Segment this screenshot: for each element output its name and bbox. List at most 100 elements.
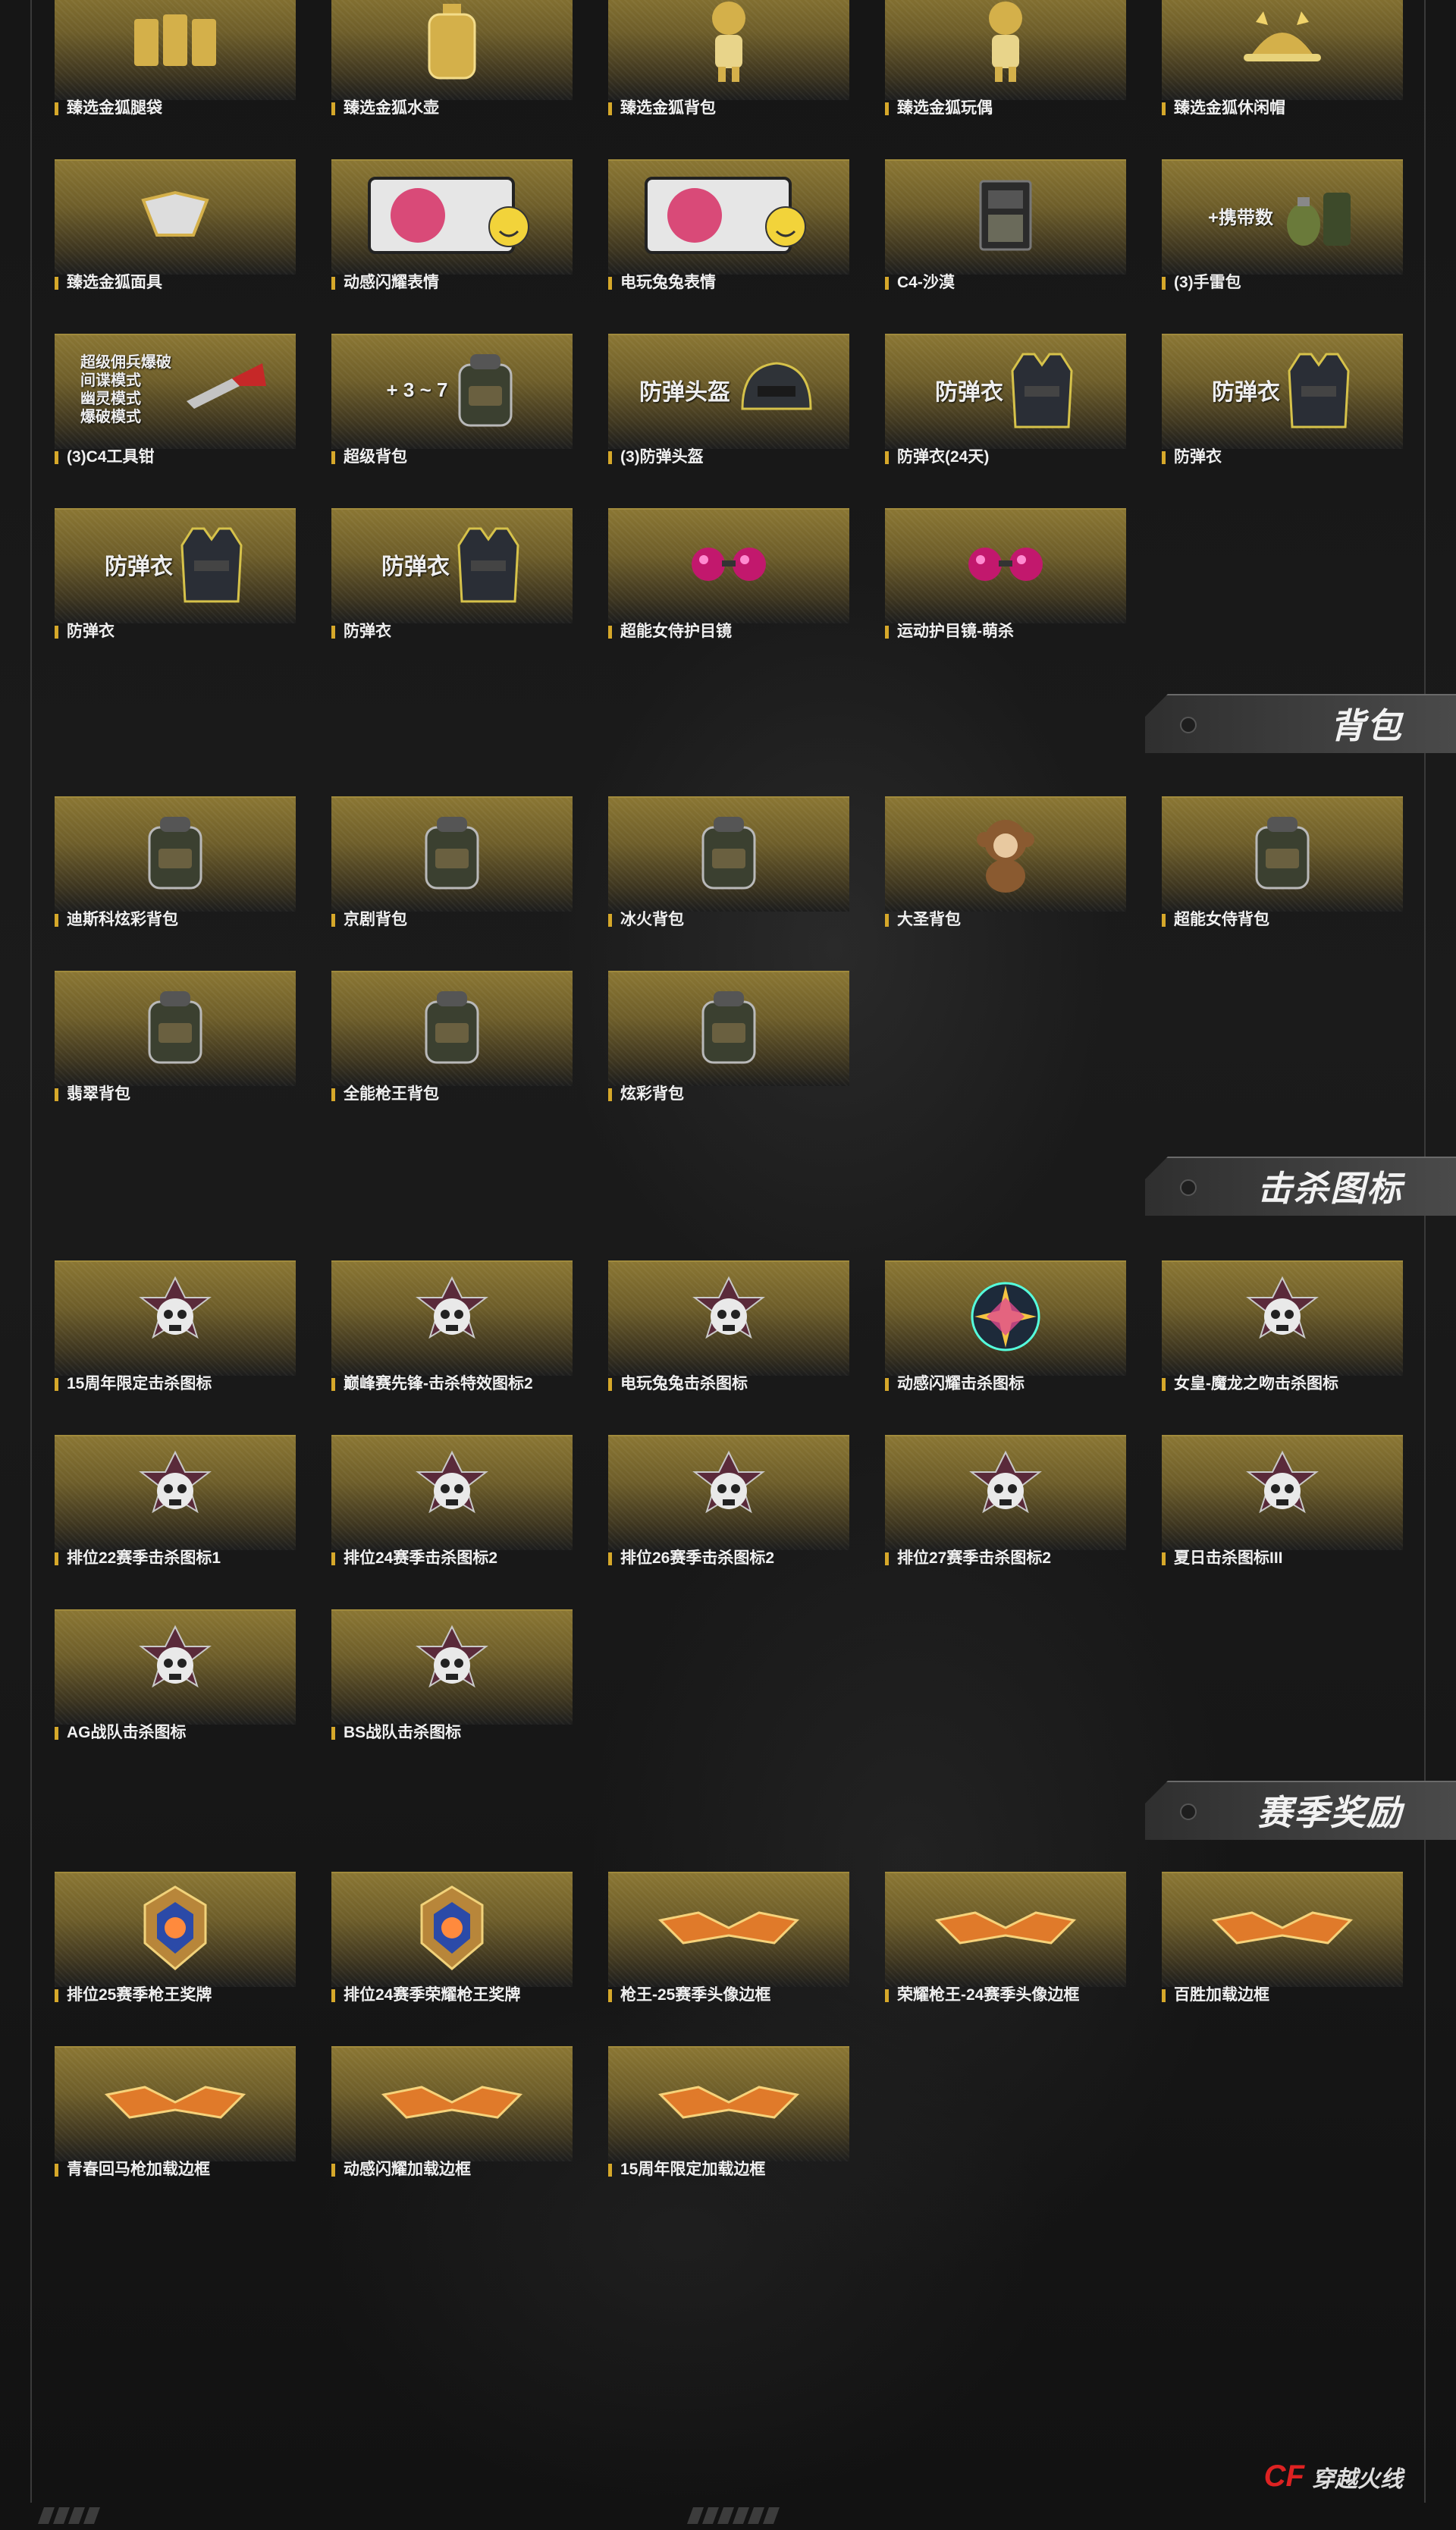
item-card[interactable]: 排位25赛季枪王奖牌 xyxy=(55,1872,296,2004)
medal-icon xyxy=(130,1882,221,1973)
item-label: 巅峰赛先锋-击杀特效图标2 xyxy=(331,1376,533,1392)
item-label: AG战队击杀图标 xyxy=(55,1725,187,1741)
item-card[interactable]: 京剧背包 xyxy=(331,796,573,928)
item-card[interactable]: 防弹衣 防弹衣(24天) xyxy=(885,334,1126,466)
item-label: 百胜加载边框 xyxy=(1162,1987,1269,2004)
item-card[interactable]: 枪王-25赛季头像边框 xyxy=(608,1872,849,2004)
item-card[interactable]: 臻选金狐面具 xyxy=(55,159,296,291)
item-image-text: + 3 ~ 7 xyxy=(386,378,448,401)
backpack-icon xyxy=(691,985,767,1069)
item-label: 动感闪耀表情 xyxy=(331,275,439,291)
item-image xyxy=(331,796,573,912)
item-card[interactable]: 冰火背包 xyxy=(608,796,849,928)
section-header: 背包 xyxy=(1145,694,1456,753)
item-card[interactable]: 15周年限定加载边框 xyxy=(608,2046,849,2178)
item-card[interactable]: 动感闪耀表情 xyxy=(331,159,573,291)
item-card[interactable]: 防弹衣 防弹衣 xyxy=(331,508,573,640)
item-card[interactable]: 青春回马枪加载边框 xyxy=(55,2046,296,2178)
item-card[interactable]: 动感闪耀加载边框 xyxy=(331,2046,573,2178)
item-card[interactable]: 大圣背包 xyxy=(885,796,1126,928)
item-label: 翡翠背包 xyxy=(55,1086,130,1103)
item-card[interactable]: 运动护目镜-萌杀 xyxy=(885,508,1126,640)
item-label: 炫彩背包 xyxy=(608,1086,684,1103)
item-image xyxy=(331,0,573,100)
item-card[interactable]: 臻选金狐玩偶 xyxy=(885,0,1126,117)
item-image xyxy=(331,2046,573,2161)
item-label: 荣耀枪王-24赛季头像边框 xyxy=(885,1987,1079,2004)
section-title: 赛季奖励 xyxy=(1257,1793,1403,1832)
item-image: 防弹衣 xyxy=(885,334,1126,449)
item-card[interactable]: 臻选金狐水壶 xyxy=(331,0,573,117)
item-card[interactable]: 排位22赛季击杀图标1 xyxy=(55,1435,296,1567)
skull-icon xyxy=(410,1275,494,1358)
item-image: 防弹衣 xyxy=(1162,334,1403,449)
item-label: 防弹衣(24天) xyxy=(885,449,989,466)
backpack-icon xyxy=(414,811,490,894)
item-card[interactable]: 臻选金狐休闲帽 xyxy=(1162,0,1403,117)
item-label: 青春回马枪加载边框 xyxy=(55,2161,210,2178)
item-card[interactable]: 夏日击杀图标III xyxy=(1162,1435,1403,1567)
helmet-icon: 防弹头盔 xyxy=(615,356,843,424)
item-label: 排位22赛季击杀图标1 xyxy=(55,1550,221,1567)
item-image xyxy=(608,1872,849,1987)
item-card[interactable]: 15周年限定击杀图标 xyxy=(55,1260,296,1392)
figure-icon xyxy=(698,0,759,86)
item-label: 排位24赛季荣耀枪王奖牌 xyxy=(331,1987,520,2004)
goggles-icon xyxy=(956,541,1055,587)
item-card[interactable]: 电玩兔兔击杀图标 xyxy=(608,1260,849,1392)
item-card[interactable]: 臻选金狐腿袋 xyxy=(55,0,296,117)
item-card[interactable]: 电玩兔兔表情 xyxy=(608,159,849,291)
hat-icon xyxy=(1241,7,1324,75)
bag-icon xyxy=(130,7,221,75)
section-title: 背包 xyxy=(1330,706,1403,746)
item-label: 排位27赛季击杀图标2 xyxy=(885,1550,1051,1567)
item-card[interactable]: + 3 ~ 7 超级背包 xyxy=(331,334,573,466)
item-card[interactable]: 荣耀枪王-24赛季头像边框 xyxy=(885,1872,1126,2004)
item-card[interactable]: 排位24赛季击杀图标2 xyxy=(331,1435,573,1567)
skull-icon xyxy=(133,1624,217,1707)
item-card[interactable]: 百胜加载边框 xyxy=(1162,1872,1403,2004)
item-card[interactable]: 排位24赛季荣耀枪王奖牌 xyxy=(331,1872,573,2004)
item-card[interactable]: 超级佣兵爆破 间谍模式 幽灵模式 爆破模式 (3)C4工具钳 xyxy=(55,334,296,466)
item-card[interactable]: 动感闪耀击杀图标 xyxy=(885,1260,1126,1392)
right-frame-line xyxy=(1424,0,1426,2503)
item-card[interactable]: AG战队击杀图标 xyxy=(55,1609,296,1741)
item-label: 冰火背包 xyxy=(608,912,684,928)
item-card[interactable]: 防弹衣 防弹衣 xyxy=(55,508,296,640)
item-card[interactable]: BS战队击杀图标 xyxy=(331,1609,573,1741)
item-card[interactable]: 女皇-魔龙之吻击杀图标 xyxy=(1162,1260,1403,1392)
item-image xyxy=(1162,1260,1403,1376)
item-card[interactable]: 防弹衣 防弹衣 xyxy=(1162,334,1403,466)
item-image xyxy=(608,1435,849,1550)
item-image xyxy=(1162,0,1403,100)
item-label: 大圣背包 xyxy=(885,912,961,928)
vest-icon: 防弹衣 xyxy=(61,523,289,606)
item-card[interactable]: C4-沙漠 xyxy=(885,159,1126,291)
frame-icon xyxy=(1207,1897,1358,1958)
item-image xyxy=(55,2046,296,2161)
item-card[interactable]: 翡翠背包 xyxy=(55,971,296,1103)
vest-icon: 防弹衣 xyxy=(338,523,566,606)
item-label: 全能枪王背包 xyxy=(331,1086,439,1103)
item-image xyxy=(331,1872,573,1987)
item-card[interactable]: 全能枪王背包 xyxy=(331,971,573,1103)
skull-icon xyxy=(964,1449,1047,1533)
frame-icon xyxy=(653,1897,805,1958)
item-card[interactable]: +携带数 (3)手雷包 xyxy=(1162,159,1403,291)
emoji-icon xyxy=(642,174,816,257)
item-card[interactable]: 防弹头盔 (3)防弹头盔 xyxy=(608,334,849,466)
frame-icon xyxy=(376,2072,528,2133)
frame-icon xyxy=(99,2072,251,2133)
item-card[interactable]: 超能女侍护目镜 xyxy=(608,508,849,640)
item-card[interactable]: 臻选金狐背包 xyxy=(608,0,849,117)
item-card[interactable]: 超能女侍背包 xyxy=(1162,796,1403,928)
section-title: 击杀图标 xyxy=(1257,1169,1403,1208)
item-label: 电玩兔兔表情 xyxy=(608,275,716,291)
item-card[interactable]: 巅峰赛先锋-击杀特效图标2 xyxy=(331,1260,573,1392)
item-image: +携带数 xyxy=(1162,159,1403,275)
item-card[interactable]: 排位26赛季击杀图标2 xyxy=(608,1435,849,1567)
item-card[interactable]: 排位27赛季击杀图标2 xyxy=(885,1435,1126,1567)
backpack-icon xyxy=(414,985,490,1069)
item-card[interactable]: 炫彩背包 xyxy=(608,971,849,1103)
item-card[interactable]: 迪斯科炫彩背包 xyxy=(55,796,296,928)
